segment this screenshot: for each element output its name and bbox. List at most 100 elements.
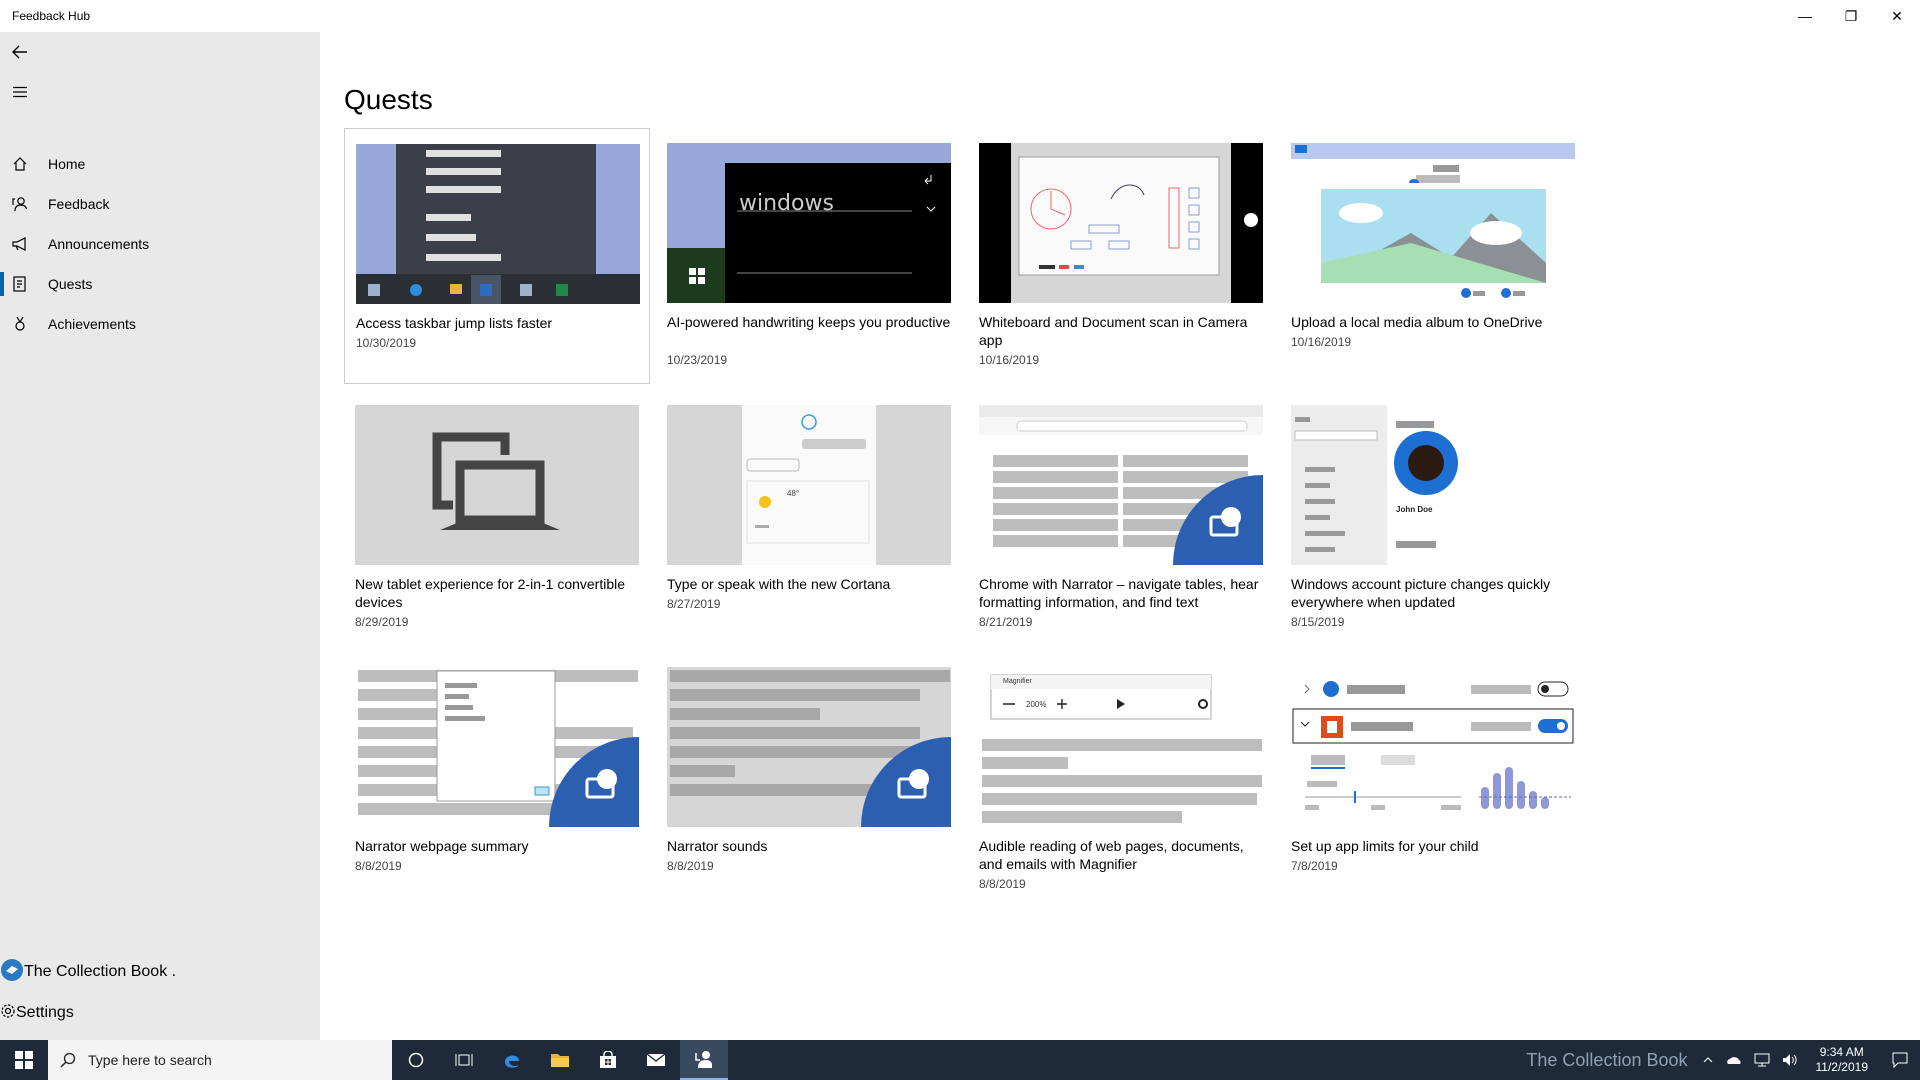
quest-date: 10/23/2019 (667, 353, 728, 367)
quest-card[interactable]: Whiteboard and Document scan in Camera a… (968, 128, 1274, 384)
mail-button[interactable] (632, 1040, 680, 1080)
settings-button[interactable]: Settings (0, 993, 320, 1033)
quest-card[interactable]: Magnifier 200% Audible reading of web pa… (968, 652, 1274, 908)
quest-thumbnail: Magnifier 200% (979, 667, 1263, 827)
quest-card[interactable]: John Doe Windows account picture changes… (1280, 390, 1586, 646)
notification-icon (1892, 1052, 1908, 1068)
title-bar: Feedback Hub — ❐ ✕ (0, 0, 1920, 32)
gear-icon (0, 1003, 16, 1024)
avatar (0, 958, 24, 987)
feedback-hub-icon (695, 1051, 712, 1068)
magnifier-window-title: Magnifier (1003, 678, 1032, 685)
back-arrow-icon (12, 45, 27, 59)
feedback-hub-taskbar-button[interactable] (680, 1040, 728, 1080)
home-icon (0, 144, 40, 184)
quest-date: 10/16/2019 (1291, 335, 1352, 349)
quest-thumbnail (979, 143, 1263, 303)
taskbar: Type here to search The Collection Book (0, 1040, 1920, 1080)
quest-date: 8/29/2019 (355, 615, 409, 629)
quest-title: AI-powered handwriting keeps you product… (667, 314, 951, 330)
quest-title: Audible reading of web pages, documents,… (979, 838, 1244, 872)
system-tray: The Collection Book 9:34 AM 11/2/2019 (1526, 1040, 1920, 1080)
quest-thumbnail (355, 405, 639, 565)
quest-thumbnail: windows (667, 143, 951, 303)
store-bag-icon (600, 1051, 616, 1068)
quest-card[interactable]: Chrome with Narrator – navigate tables, … (968, 390, 1274, 646)
restore-button[interactable]: ❐ (1828, 0, 1874, 32)
quest-card[interactable]: 48° Type or speak with the new Cortana 8… (656, 390, 962, 646)
file-explorer-button[interactable] (536, 1040, 584, 1080)
quest-thumbnail (355, 667, 639, 827)
folder-icon (551, 1054, 569, 1067)
sidebar-item-home[interactable]: Home (0, 144, 320, 184)
quest-date: 8/21/2019 (979, 615, 1033, 629)
feedback-icon (0, 184, 40, 224)
quest-date: 10/16/2019 (979, 353, 1040, 367)
quest-title: Type or speak with the new Cortana (667, 576, 891, 592)
quest-title: Whiteboard and Document scan in Camera a… (979, 314, 1248, 348)
sidebar-item-label: Home (48, 156, 86, 172)
network-tray-button[interactable] (1748, 1040, 1776, 1080)
sidebar-item-quests[interactable]: Quests (0, 264, 320, 304)
network-icon (1754, 1053, 1769, 1067)
quest-title: New tablet experience for 2-in-1 convert… (355, 576, 626, 610)
sidebar-item-label: Quests (48, 276, 93, 292)
show-hidden-icons-button[interactable] (1696, 1040, 1720, 1080)
sidebar-item-announcements[interactable]: Announcements (0, 224, 320, 264)
taskbar-search-box[interactable]: Type here to search (48, 1040, 392, 1080)
edge-icon (505, 1055, 519, 1068)
quest-title: Access taskbar jump lists faster (356, 315, 553, 331)
task-view-icon (455, 1054, 473, 1066)
start-button[interactable] (0, 1040, 48, 1080)
quest-date: 7/8/2019 (1291, 859, 1338, 873)
quest-card[interactable]: New tablet experience for 2-in-1 convert… (344, 390, 650, 646)
close-button[interactable]: ✕ (1874, 0, 1920, 32)
sidebar-item-feedback[interactable]: Feedback (0, 184, 320, 224)
mail-icon (646, 1053, 666, 1066)
task-view-button[interactable] (440, 1040, 488, 1080)
quest-card[interactable]: windows AI-powered handwriting keeps you… (656, 128, 962, 384)
cortana-icon (408, 1052, 424, 1068)
menu-button[interactable] (8, 80, 32, 104)
action-center-button[interactable] (1880, 1040, 1920, 1080)
edge-taskbar-button[interactable] (488, 1040, 536, 1080)
sidebar: Home Feedback Announcements Quests Achie… (0, 32, 320, 1040)
back-button[interactable] (8, 40, 32, 64)
account-name-sample: John Doe (1396, 505, 1433, 514)
account-button[interactable]: The Collection Book . (0, 952, 320, 992)
quest-card[interactable]: Upload a local media album to OneDrive 1… (1280, 128, 1586, 384)
store-button[interactable] (584, 1040, 632, 1080)
handwriting-sample-text: windows (739, 191, 834, 216)
cloud-icon (1726, 1057, 1741, 1064)
sidebar-item-achievements[interactable]: Achievements (0, 304, 320, 344)
clock-date: 11/2/2019 (1815, 1060, 1869, 1074)
quest-title: Set up app limits for your child (1291, 838, 1479, 854)
quest-card[interactable]: Narrator webpage summary 8/8/2019 (344, 652, 650, 908)
quest-title: Upload a local media album to OneDrive (1291, 314, 1543, 330)
sidebar-item-label: Announcements (48, 236, 150, 252)
speaker-icon (1782, 1054, 1797, 1066)
quest-date: 10/30/2019 (356, 336, 417, 350)
cortana-button[interactable] (392, 1040, 440, 1080)
quest-date: 8/15/2019 (1291, 615, 1345, 629)
sidebar-item-label: Feedback (48, 196, 110, 212)
quest-thumbnail: 48° (667, 405, 951, 565)
quest-date: 8/8/2019 (979, 877, 1026, 891)
minimize-button[interactable]: — (1782, 0, 1828, 32)
app-title: Feedback Hub (12, 9, 91, 23)
settings-label: Settings (16, 1004, 74, 1021)
volume-tray-button[interactable] (1776, 1040, 1804, 1080)
search-icon (60, 1052, 76, 1068)
quest-card[interactable]: Access taskbar jump lists faster 10/30/2… (344, 128, 650, 384)
search-placeholder: Type here to search (88, 1052, 212, 1068)
main-content: Quests Access taskbar jump lists faster … (320, 32, 1920, 1040)
taskbar-clock[interactable]: 9:34 AM 11/2/2019 (1816, 1045, 1869, 1075)
megaphone-icon (0, 224, 40, 264)
quest-title: Chrome with Narrator – navigate tables, … (979, 576, 1259, 610)
onedrive-tray-button[interactable] (1720, 1040, 1748, 1080)
clock-time: 9:34 AM (1819, 1045, 1864, 1059)
quest-thumbnail (1291, 143, 1575, 303)
quest-card[interactable]: Narrator sounds 8/8/2019 (656, 652, 962, 908)
quest-title: Narrator webpage summary (355, 838, 529, 854)
quest-card[interactable]: Set up app limits for your child 7/8/201… (1280, 652, 1586, 908)
